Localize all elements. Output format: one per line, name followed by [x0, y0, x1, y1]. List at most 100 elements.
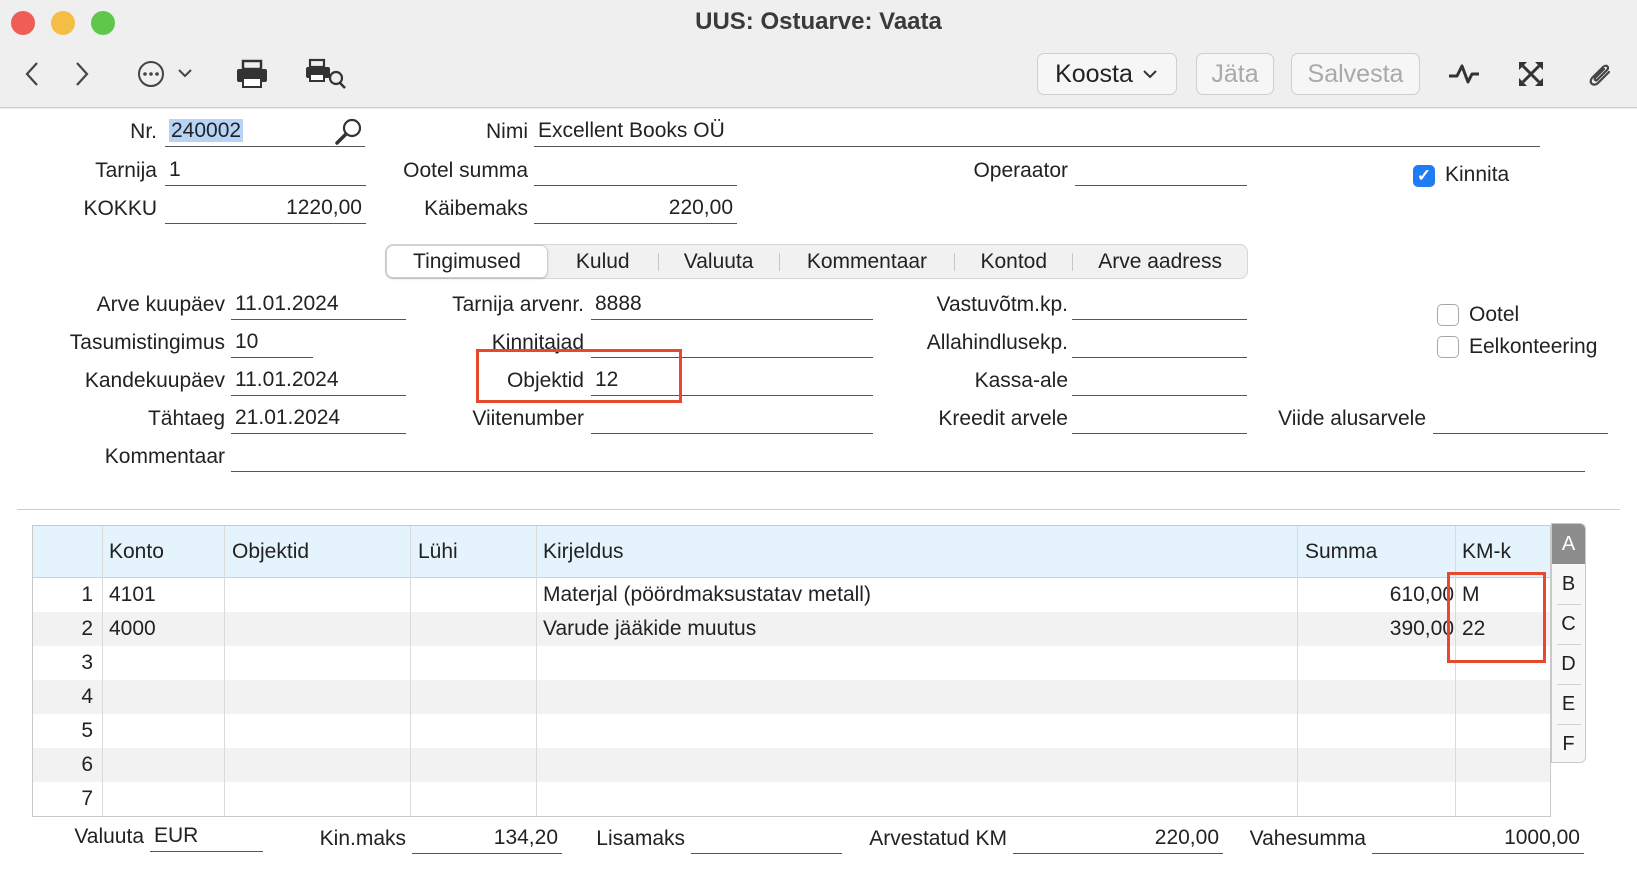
kandekuupaev-label: Kandekuupäev	[84, 369, 225, 392]
arve-kuupaev-field[interactable]: 11.01.2024	[231, 290, 406, 320]
side-tab-b[interactable]: B	[1552, 564, 1585, 604]
more-icon[interactable]	[136, 56, 196, 92]
operaator-label: Operaator	[973, 159, 1068, 182]
valuuta-field[interactable]: EUR	[150, 822, 263, 852]
viitenumber-label: Viitenumber	[472, 407, 584, 430]
operaator-field[interactable]	[1075, 156, 1247, 186]
table-row[interactable]: 5	[33, 714, 1550, 748]
ootel-summa-field[interactable]	[534, 156, 737, 186]
print-preview-icon[interactable]	[304, 56, 348, 92]
activity-icon[interactable]	[1446, 56, 1482, 92]
search-icon[interactable]	[334, 117, 364, 147]
row-number: 1	[81, 583, 93, 606]
tahtaeg-field[interactable]: 21.01.2024	[231, 404, 406, 434]
lisamaks-field[interactable]	[691, 824, 842, 854]
kinmaks-field[interactable]: 134,20	[412, 824, 562, 854]
cell-summa[interactable]: 610,00	[1299, 583, 1454, 607]
lisamaks-label: Lisamaks	[596, 827, 685, 850]
side-tab-f[interactable]: F	[1552, 724, 1585, 764]
cell-summa[interactable]: 390,00	[1299, 617, 1454, 641]
cell-konto[interactable]: 4000	[109, 617, 156, 641]
jata-label: Jäta	[1211, 59, 1259, 88]
tab-kontod[interactable]: Kontod	[955, 245, 1072, 278]
row-number: 6	[81, 753, 93, 776]
paperclip-icon[interactable]	[1582, 56, 1618, 92]
tab-tingimused[interactable]: Tingimused	[386, 245, 548, 278]
cell-konto[interactable]: 4101	[109, 583, 156, 607]
table-row[interactable]: 3	[33, 646, 1550, 680]
forward-icon[interactable]	[68, 56, 96, 92]
col-konto[interactable]: Konto	[109, 540, 164, 564]
back-icon[interactable]	[18, 56, 46, 92]
side-tab-c[interactable]: C	[1552, 604, 1585, 644]
tarnija-field[interactable]: 1	[165, 156, 366, 186]
arvestatud-km-label: Arvestatud KM	[869, 827, 1007, 850]
table-row[interactable]: 6	[33, 748, 1550, 782]
kokku-field[interactable]: 1220,00	[165, 194, 366, 224]
kassa-ale-label: Kassa-ale	[974, 369, 1068, 392]
ootel-checkbox[interactable]	[1437, 304, 1459, 326]
tasumistingimus-field[interactable]: 10	[231, 328, 313, 358]
nimi-field[interactable]: Excellent Books OÜ	[534, 117, 1540, 147]
koosta-label: Koosta	[1055, 59, 1133, 88]
side-tab-e[interactable]: E	[1552, 684, 1585, 724]
col-summa[interactable]: Summa	[1305, 540, 1377, 564]
kassa-ale-field[interactable]	[1072, 366, 1247, 396]
row-number: 2	[81, 617, 93, 640]
kinmaks-label: Kin.maks	[319, 827, 406, 850]
cell-kirjeldus[interactable]: Materjal (pöördmaksustatav metall)	[543, 583, 871, 607]
print-icon[interactable]	[234, 56, 270, 92]
tahtaeg-label: Tähtaeg	[147, 407, 225, 430]
kaibemaks-field[interactable]: 220,00	[534, 194, 737, 224]
fullscreen-icon[interactable]	[1514, 56, 1548, 92]
col-luhi[interactable]: Lühi	[418, 540, 458, 564]
salvesta-button[interactable]: Salvesta	[1291, 53, 1420, 95]
grid-column-divider	[102, 526, 103, 816]
kommentaar-label: Kommentaar	[104, 445, 225, 468]
table-row[interactable]: 4	[33, 680, 1550, 714]
cell-kirjeldus[interactable]: Varude jääkide muutus	[543, 617, 756, 641]
nimi-label: Nimi	[486, 120, 528, 143]
eelkonteering-checkbox[interactable]	[1437, 336, 1459, 358]
viitenumber-field[interactable]	[591, 404, 873, 434]
chevron-down-icon	[1143, 70, 1157, 79]
table-row[interactable]: 2 4000 Varude jääkide muutus 390,00 22	[33, 612, 1550, 646]
arvestatud-km-field[interactable]: 220,00	[1013, 824, 1223, 854]
kokku-label: KOKKU	[83, 197, 157, 220]
tab-valuuta[interactable]: Valuuta	[659, 245, 779, 278]
tab-kommentaar[interactable]: Kommentaar	[780, 245, 955, 278]
kommentaar-field[interactable]	[231, 442, 1585, 472]
table-row[interactable]: 7	[33, 782, 1550, 816]
rows-grid[interactable]: Konto Objektid Lühi Kirjeldus Summa KM-k…	[32, 525, 1551, 817]
grid-column-divider	[1455, 526, 1456, 816]
tarnija-arvenr-field[interactable]: 8888	[591, 290, 873, 320]
col-objektid[interactable]: Objektid	[232, 540, 309, 564]
row-number: 5	[81, 719, 93, 742]
eelkonteering-label: Eelkonteering	[1469, 335, 1598, 358]
kinnita-checkbox[interactable]: ✓	[1413, 165, 1435, 187]
tab-arve-aadress[interactable]: Arve aadress	[1073, 245, 1247, 278]
kreedit-field[interactable]	[1072, 404, 1247, 434]
vahesumma-field[interactable]: 1000,00	[1372, 824, 1584, 854]
tab-kulud[interactable]: Kulud	[548, 245, 658, 278]
koosta-button[interactable]: Koosta	[1037, 53, 1177, 95]
tarnija-label: Tarnija	[95, 159, 157, 182]
side-tab-a[interactable]: A	[1552, 524, 1585, 564]
tarnija-arvenr-label: Tarnija arvenr.	[452, 293, 584, 316]
side-tab-d[interactable]: D	[1552, 644, 1585, 684]
viide-field[interactable]	[1433, 404, 1608, 434]
valuuta-label: Valuuta	[74, 825, 144, 848]
col-kirjeldus[interactable]: Kirjeldus	[543, 540, 624, 564]
table-row[interactable]: 1 4101 Materjal (pöördmaksustatav metall…	[33, 578, 1550, 612]
objektid-highlight-box	[476, 349, 682, 403]
jata-button[interactable]: Jäta	[1196, 53, 1274, 95]
col-kmk[interactable]: KM-k	[1462, 540, 1511, 564]
vahesumma-label: Vahesumma	[1249, 827, 1366, 850]
grid-header: Konto Objektid Lühi Kirjeldus Summa KM-k	[33, 526, 1550, 578]
side-tab-strip: A B C D E F	[1551, 523, 1586, 763]
allahindluse-field[interactable]	[1072, 328, 1247, 358]
allahindluse-label: Allahindlusekp.	[926, 331, 1068, 354]
vastuvotm-field[interactable]	[1072, 290, 1247, 320]
kandekuupaev-field[interactable]: 11.01.2024	[231, 366, 406, 396]
grid-column-divider	[1297, 526, 1298, 816]
